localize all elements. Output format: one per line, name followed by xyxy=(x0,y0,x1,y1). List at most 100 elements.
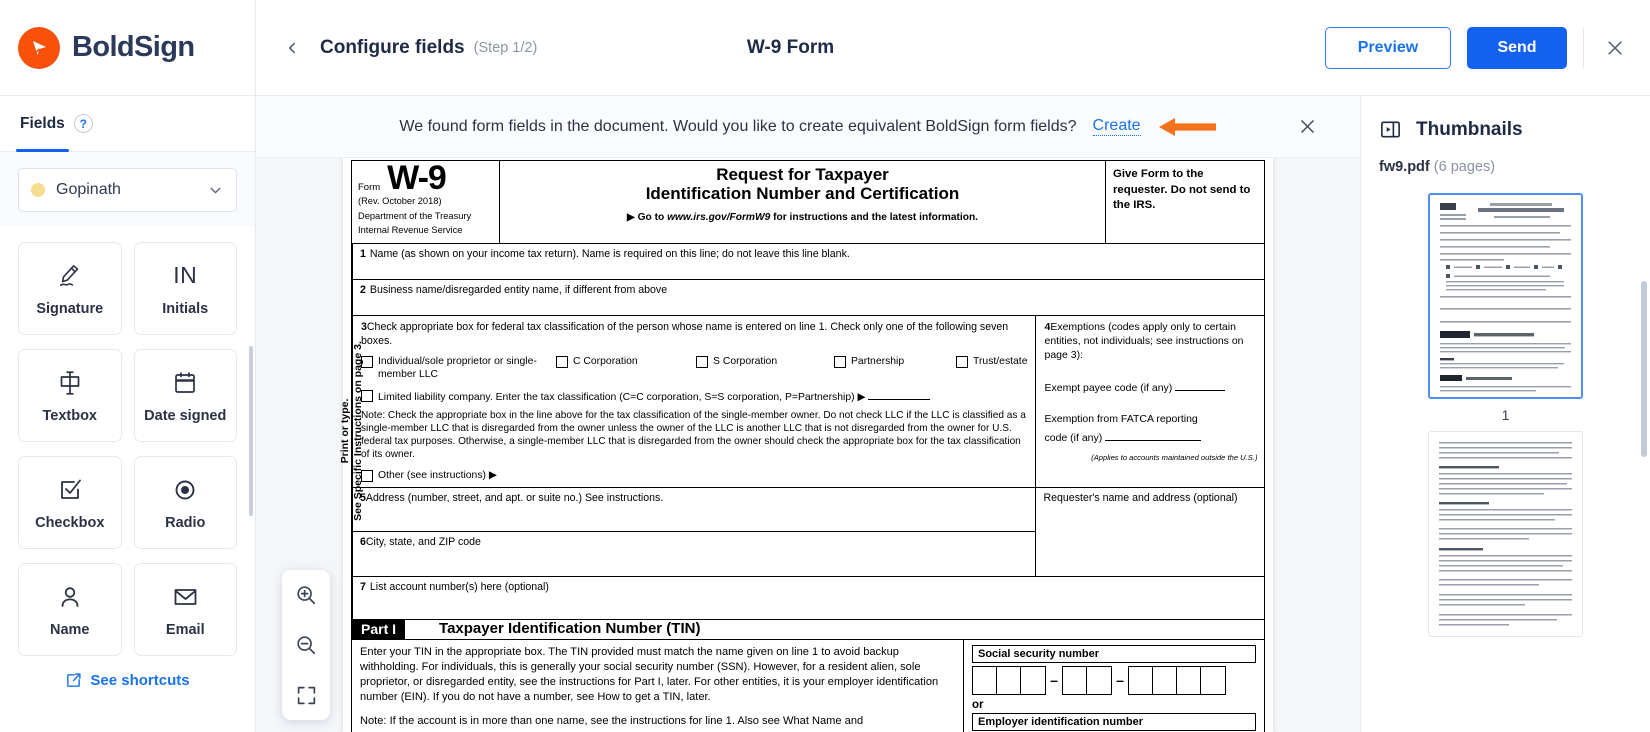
field-label: Textbox xyxy=(42,407,98,424)
signer-name: Gopinath xyxy=(56,181,121,198)
fit-screen-icon[interactable] xyxy=(289,678,323,712)
create-fields-link[interactable]: Create xyxy=(1092,117,1141,136)
w9-line-5[interactable]: 5Address (number, street, and apt. or su… xyxy=(353,488,1036,532)
textbox-icon xyxy=(56,368,84,398)
tab-fields[interactable]: Fields xyxy=(16,96,69,152)
field-tile-textbox[interactable]: Textbox xyxy=(18,349,122,442)
ssn-dash: – xyxy=(1050,672,1058,689)
ssn-group-1[interactable] xyxy=(972,665,1046,695)
send-button[interactable]: Send xyxy=(1467,26,1567,69)
w9-header-center: Request for Taxpayer Identification Numb… xyxy=(500,161,1106,243)
w9-line-3-4-row: 3Check appropriate box for federal tax c… xyxy=(353,315,1265,488)
boldsign-app: BoldSign Configure fields (Step 1/2) W-9… xyxy=(0,0,1650,732)
signer-dropdown[interactable]: Gopinath xyxy=(18,168,237,212)
line-7-number: 7 xyxy=(360,580,366,593)
exempt-payee-blank[interactable] xyxy=(1175,380,1226,391)
llc-blank[interactable] xyxy=(868,389,931,401)
ssn-cell[interactable] xyxy=(1063,666,1087,694)
signature-icon xyxy=(55,261,85,291)
ssn-label: Social security number xyxy=(972,644,1256,663)
thumbnails-panel: Thumbnails fw9.pdf (6 pages) 1 xyxy=(1360,96,1650,732)
checkbox-box[interactable] xyxy=(956,356,968,369)
checkbox-box[interactable] xyxy=(556,356,568,369)
preview-button[interactable]: Preview xyxy=(1325,26,1451,69)
checkbox-trust-estate[interactable]: Trust/estate xyxy=(956,355,1028,369)
form-fields-banner: We found form fields in the document. Wo… xyxy=(256,96,1360,158)
field-tile-email[interactable]: Email xyxy=(133,563,237,656)
step-indicator: (Step 1/2) xyxy=(473,39,538,56)
checkbox-box[interactable] xyxy=(696,356,708,369)
zoom-out-icon[interactable] xyxy=(289,628,323,662)
w9-line-7[interactable]: 7 List account number(s) here (optional) xyxy=(353,577,1264,619)
ssn-cell[interactable] xyxy=(1201,667,1225,694)
field-label: Radio xyxy=(165,514,206,531)
panel-toggle-icon[interactable] xyxy=(1379,118,1402,141)
file-name: fw9.pdf xyxy=(1379,159,1430,175)
thumbnail-page-2[interactable] xyxy=(1428,431,1583,637)
fatca-blank[interactable] xyxy=(1105,430,1202,442)
requester-address-box[interactable]: Requester's name and address (optional) xyxy=(1036,488,1264,576)
external-link-icon xyxy=(65,672,82,689)
w9-header-left: Form W-9 (Rev. October 2018) Department … xyxy=(352,161,500,243)
page-stage[interactable]: Form W-9 (Rev. October 2018) Department … xyxy=(256,158,1360,732)
help-icon[interactable]: ? xyxy=(73,114,93,133)
ssn-input-boxes[interactable]: – – xyxy=(972,665,1256,695)
see-shortcuts-label: See shortcuts xyxy=(90,672,190,689)
ssn-cell[interactable] xyxy=(1129,666,1153,694)
field-label: Name xyxy=(50,621,90,638)
checkbox-label: Trust/estate xyxy=(973,356,1028,368)
checkbox-box[interactable] xyxy=(834,356,846,369)
banner-close-icon[interactable] xyxy=(1294,114,1320,140)
ssn-cell[interactable] xyxy=(1087,667,1111,694)
checkbox-s-corporation[interactable]: S Corporation xyxy=(696,355,834,369)
field-tile-checkbox[interactable]: Checkbox xyxy=(18,456,122,549)
ssn-cell[interactable] xyxy=(997,666,1021,694)
pdf-page-1[interactable]: Form W-9 (Rev. October 2018) Department … xyxy=(339,158,1273,732)
part-1-tag: Part I xyxy=(352,619,406,639)
brand-logo[interactable]: BoldSign xyxy=(0,0,256,95)
field-tile-radio[interactable]: Radio xyxy=(133,456,237,549)
thumbnails-list[interactable]: 1 xyxy=(1361,183,1650,732)
sidebar-scrollbar[interactable] xyxy=(249,346,253,516)
checkbox-individual[interactable]: Individual/sole proprietor or single-mem… xyxy=(361,355,556,381)
checkbox-icon xyxy=(57,475,83,505)
checkbox-other[interactable]: Other (see instructions) ▶ xyxy=(361,469,1027,482)
field-label: Checkbox xyxy=(35,514,105,531)
close-icon[interactable] xyxy=(1600,33,1630,63)
line-1-label: Name (as shown on your income tax return… xyxy=(369,247,850,260)
field-tiles-grid: Signature IN Initials Textbox Date signe… xyxy=(0,226,255,656)
checkbox-llc[interactable]: Limited liability company. Enter the tax… xyxy=(361,389,1027,404)
line-4-label: Exemptions (codes apply only to certain … xyxy=(1044,320,1244,361)
ssn-group-2[interactable] xyxy=(1062,665,1112,695)
w9-line-6[interactable]: 6City, state, and ZIP code xyxy=(353,532,1035,576)
thumbnail-page-1[interactable] xyxy=(1428,193,1583,399)
field-tile-initials[interactable]: IN Initials xyxy=(133,242,237,335)
classification-checkboxes: Individual/sole proprietor or single-mem… xyxy=(361,355,1027,381)
field-tile-date-signed[interactable]: Date signed xyxy=(133,349,237,442)
ssn-cell[interactable] xyxy=(1021,667,1045,694)
w9-line-4: 4Exemptions (codes apply only to certain… xyxy=(1036,316,1264,487)
part-1-title: Taxpayer Identification Number (TIN) xyxy=(439,619,701,637)
back-button[interactable] xyxy=(278,34,306,62)
ssn-cell[interactable] xyxy=(1177,666,1201,694)
line-2-label: Business name/disregarded entity name, i… xyxy=(369,283,668,296)
top-bar-middle: Configure fields (Step 1/2) W-9 Form xyxy=(256,0,1325,95)
vertical-note: Print or type. See Specific Instructions … xyxy=(339,341,364,522)
ssn-cell[interactable] xyxy=(1153,666,1177,694)
thumbnails-scrollbar[interactable] xyxy=(1641,281,1647,457)
llc-note: Note: Check the appropriate box in the l… xyxy=(361,410,1026,461)
see-shortcuts-link[interactable]: See shortcuts xyxy=(0,672,255,689)
w9-line-3: 3Check appropriate box for federal tax c… xyxy=(353,315,1037,487)
field-tile-signature[interactable]: Signature xyxy=(18,242,122,335)
field-tile-name[interactable]: Name xyxy=(18,563,122,656)
llc-label: Limited liability company. Enter the tax… xyxy=(378,389,931,404)
ssn-cell[interactable] xyxy=(973,666,997,694)
ssn-group-3[interactable] xyxy=(1128,665,1226,695)
checkbox-label: C Corporation xyxy=(573,356,638,368)
initials-icon: IN xyxy=(173,261,197,291)
checkbox-partnership[interactable]: Partnership xyxy=(834,355,956,369)
zoom-in-icon[interactable] xyxy=(289,578,323,612)
checkbox-c-corporation[interactable]: C Corporation xyxy=(556,355,696,369)
form-revision: (Rev. October 2018) xyxy=(358,195,442,206)
line-4-block: 4Exemptions (codes apply only to certain… xyxy=(1036,316,1264,451)
